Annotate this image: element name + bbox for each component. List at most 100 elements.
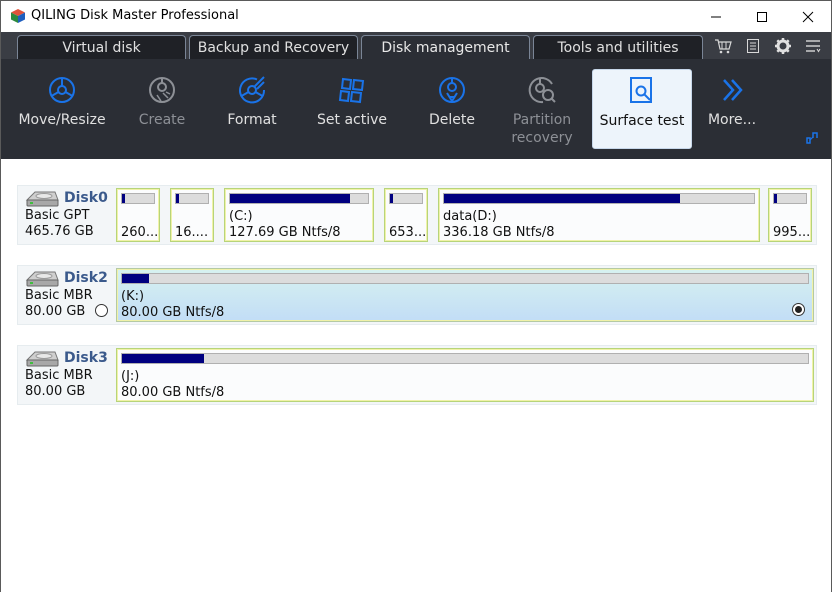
button-label: Format (227, 112, 277, 128)
partition-block[interactable]: 995... (768, 188, 812, 242)
move-resize-icon (49, 77, 75, 103)
partition-info: 995... (773, 225, 811, 240)
disk-size: 465.76 GB (25, 224, 94, 239)
disk-map-area: Disk0 Basic GPT 465.76 GB 260... 16.... (C:) 1… (1, 159, 831, 592)
partition-info: 127.69 GB Ntfs/8 (229, 225, 341, 240)
cart-icon (715, 39, 732, 54)
button-label: Set active (317, 112, 387, 128)
tab-backup-and-recovery[interactable]: Backup and Recovery (189, 35, 358, 59)
partition-label: (C:) (229, 209, 253, 224)
disk-row[interactable]: Disk3 Basic MBR 80.00 GB (J:) 80.00 GB Ntfs/… (17, 345, 817, 405)
usage-bar (175, 193, 209, 204)
usage-bar (121, 353, 809, 364)
disk-info[interactable]: Disk3 Basic MBR 80.00 GB (18, 346, 114, 404)
disk-type: Basic GPT (25, 208, 90, 223)
main-menu-button[interactable] (803, 37, 823, 55)
close-button[interactable] (785, 1, 831, 32)
hard-disk-icon (25, 351, 59, 367)
usage-bar (443, 193, 755, 204)
button-label: Create (138, 112, 186, 128)
partition-recovery-button[interactable]: Partition recovery (492, 69, 592, 149)
disk-size: 80.00 GB (25, 384, 86, 399)
buy-button[interactable] (713, 37, 733, 55)
partition-block[interactable]: (K:) 80.00 GB Ntfs/8 (116, 268, 814, 322)
partition-block[interactable]: (J:) 80.00 GB Ntfs/8 (116, 348, 814, 402)
partition-label: (K:) (121, 289, 145, 304)
log-button[interactable] (743, 37, 763, 55)
button-label: Surface test (599, 113, 685, 129)
hard-disk-icon (25, 271, 59, 287)
partition-info: 80.00 GB Ntfs/8 (121, 305, 225, 320)
hard-disk-icon (25, 191, 59, 207)
minimize-button[interactable] (693, 1, 739, 32)
disk-select-radio[interactable] (95, 304, 108, 317)
maximize-icon (757, 11, 767, 22)
more-button[interactable]: More... (682, 69, 782, 149)
partition-block[interactable]: (C:) 127.69 GB Ntfs/8 (224, 188, 374, 242)
disk-name: Disk0 (64, 190, 108, 206)
disk-row[interactable]: Disk0 Basic GPT 465.76 GB 260... 16.... (C:) 1… (17, 185, 817, 245)
menu-icon (806, 40, 821, 53)
format-icon (239, 76, 266, 104)
expand-ribbon-icon[interactable] (805, 131, 819, 145)
usage-bar (229, 193, 369, 204)
minimize-icon (711, 16, 721, 17)
move-resize-button[interactable]: Move/Resize (12, 69, 112, 149)
partition-selected-radio[interactable] (792, 303, 805, 316)
usage-bar-fill (122, 354, 205, 363)
set-active-icon (338, 77, 365, 104)
disk-type: Basic MBR (25, 368, 93, 383)
usage-bar-fill (176, 194, 179, 203)
surface-test-button[interactable]: Surface test (592, 69, 692, 149)
usage-bar-fill (122, 194, 125, 203)
surface-test-icon (630, 77, 652, 103)
disk-name: Disk2 (64, 270, 108, 286)
log-icon (747, 39, 759, 53)
partition-label: data(D:) (443, 209, 497, 224)
usage-bar (121, 193, 155, 204)
button-label: Move/Resize (18, 112, 106, 128)
create-button[interactable]: Create (112, 69, 212, 149)
disk-row[interactable]: Disk2 Basic MBR 80.00 GB (K:) 80.00 GB Ntfs/… (17, 265, 817, 325)
disk-info[interactable]: Disk2 Basic MBR 80.00 GB (18, 266, 114, 324)
button-label: Partition recovery (511, 112, 573, 146)
usage-bar-fill (774, 194, 778, 203)
usage-bar-fill (122, 274, 150, 283)
tab-label: Tools and utilities (557, 39, 679, 56)
partition-label: (J:) (121, 369, 140, 384)
partition-block[interactable]: 16.... (170, 188, 214, 242)
app-window: QILING Disk Master Professional Virtual … (0, 0, 832, 592)
disk-type: Basic MBR (25, 288, 93, 303)
tab-label: Virtual disk (62, 39, 141, 56)
partition-block[interactable]: data(D:) 336.18 GB Ntfs/8 (438, 188, 760, 242)
disk-name: Disk3 (64, 350, 108, 366)
tab-label: Backup and Recovery (197, 39, 350, 56)
settings-button[interactable] (773, 37, 793, 55)
ribbon-toolbar: Move/Resize Create Format Set active Del… (1, 59, 831, 159)
disk-info[interactable]: Disk0 Basic GPT 465.76 GB (18, 186, 114, 244)
tab-disk-management[interactable]: Disk management (361, 35, 530, 59)
partition-info: 260... (121, 225, 159, 240)
partition-block[interactable]: 653... (384, 188, 428, 242)
format-button[interactable]: Format (202, 69, 302, 149)
tab-tools-and-utilities[interactable]: Tools and utilities (533, 35, 703, 59)
usage-bar (773, 193, 807, 204)
close-icon (802, 11, 814, 22)
partition-block[interactable]: 260... (116, 188, 160, 242)
gear-icon (775, 38, 791, 54)
usage-bar (121, 273, 809, 284)
partition-info: 653... (389, 225, 427, 240)
tab-label: Disk management (381, 39, 510, 56)
partition-info: 336.18 GB Ntfs/8 (443, 225, 555, 240)
usage-bar-fill (444, 194, 680, 203)
set-active-button[interactable]: Set active (302, 69, 402, 149)
main-tab-bar: Virtual disk Backup and Recovery Disk ma… (1, 32, 831, 59)
create-partition-icon (149, 77, 175, 103)
delete-button[interactable]: Delete (402, 69, 502, 149)
window-title: QILING Disk Master Professional (31, 8, 239, 23)
maximize-button[interactable] (739, 1, 785, 32)
tab-virtual-disk[interactable]: Virtual disk (17, 35, 186, 59)
usage-bar-fill (230, 194, 351, 203)
more-chevrons-icon (723, 79, 743, 101)
button-label: More... (707, 112, 757, 128)
